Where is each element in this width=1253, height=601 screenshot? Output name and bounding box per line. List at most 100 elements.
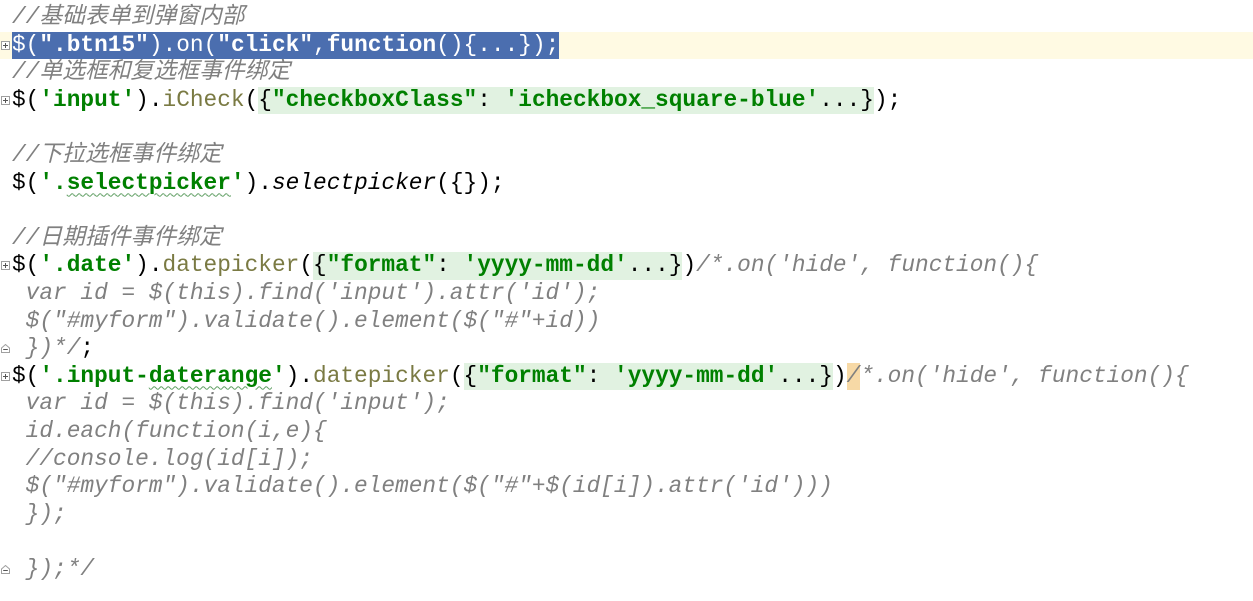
object-key: "format" [477, 362, 587, 389]
code-text: ) [682, 252, 697, 279]
string-literal: selectpicker [66, 169, 231, 196]
code-text: ( [244, 86, 259, 113]
string-literal: '. [39, 169, 67, 196]
string-literal: 'input' [39, 86, 136, 113]
string-literal: '.date' [39, 252, 136, 279]
code-line[interactable]: $("#myform").validate().element($("#"+$(… [0, 473, 1253, 501]
code-line[interactable]: $(".btn15").on("click",function(){...}); [0, 31, 1253, 60]
code-line[interactable]: var id = $(this).find('input'); [0, 390, 1253, 418]
code-text: { [463, 362, 478, 389]
code-line[interactable] [0, 197, 1253, 225]
code-text: ...} [819, 86, 874, 113]
string-literal: daterange [148, 362, 272, 389]
code-text: : [436, 252, 464, 279]
code-line[interactable]: $('input').iCheck({"checkboxClass": 'ich… [0, 86, 1253, 115]
code-comment: //console.log(id[i]); [12, 445, 313, 472]
code-line[interactable]: $('.input-daterange').datepicker({"forma… [0, 362, 1253, 391]
method-name: on [176, 31, 204, 60]
string-literal: 'yyyy-mm-dd' [614, 362, 779, 389]
code-line[interactable]: $('.selectpicker').selectpicker({}); [0, 170, 1253, 198]
code-line[interactable]: $("#myform").validate().element($("#"+id… [0, 308, 1253, 336]
code-line[interactable]: id.each(function(i,e){ [0, 418, 1253, 446]
code-comment: //基础表单到弹窗内部 [12, 4, 245, 30]
code-text: , [313, 31, 327, 60]
code-comment: /*.on('hide', function(){ [696, 252, 1039, 279]
code-comment: });*/ [12, 555, 95, 582]
fold-expand-icon[interactable] [1, 95, 10, 105]
code-line[interactable] [0, 114, 1253, 142]
code-text: ). [244, 169, 272, 196]
code-line[interactable]: //基础表单到弹窗内部 [0, 4, 1253, 32]
object-key: "checkboxClass" [271, 86, 478, 113]
object-key: "format" [326, 252, 437, 279]
code-text: ( [299, 252, 314, 279]
code-line[interactable] [0, 528, 1253, 556]
code-text: ). [135, 252, 163, 279]
folded-code-region[interactable]: {"checkboxClass": 'icheckbox_square-blue… [258, 86, 874, 115]
code-comment: //日期插件事件绑定 [12, 224, 222, 251]
code-text: $( [12, 31, 40, 60]
code-line[interactable]: })*/; [0, 335, 1253, 363]
code-text: ( [449, 362, 464, 389]
string-literal: ".btn15" [39, 31, 149, 60]
code-comment: //下拉选框事件绑定 [12, 141, 222, 168]
code-comment: //单选框和复选框事件绑定 [12, 59, 291, 86]
code-line[interactable]: //单选框和复选框事件绑定 [0, 59, 1253, 87]
fold-end-icon[interactable] [1, 344, 10, 354]
code-editor: //基础表单到弹窗内部 $(".btn15").on("click",functi… [0, 0, 1253, 601]
code-comment: id.each(function(i,e){ [12, 417, 327, 444]
code-text: {...} [463, 31, 532, 60]
code-text: ); [873, 86, 902, 113]
folded-code-region[interactable]: {"format": 'yyyy-mm-dd'...} [313, 252, 683, 280]
code-text: { [313, 252, 327, 279]
code-comment: var id = $(this).find('input'); [12, 390, 450, 417]
code-text: { [258, 86, 272, 113]
fold-end-icon[interactable] [1, 564, 10, 574]
string-literal: 'icheckbox_square-blue' [504, 86, 820, 113]
keyword: function [326, 31, 437, 60]
code-text: ). [285, 362, 314, 389]
code-line[interactable]: $('.date').datepicker({"format": 'yyyy-m… [0, 252, 1253, 280]
code-text: ...} [627, 252, 683, 279]
code-text: ...} [778, 362, 833, 389]
code-text: ); [531, 31, 560, 60]
code-text: ({}); [436, 169, 505, 196]
fold-expand-icon[interactable] [1, 261, 10, 271]
code-text: () [436, 31, 464, 60]
code-text: : [586, 362, 615, 389]
code-comment: var id = $(this).find('input').attr('id'… [12, 279, 601, 306]
folded-code-region[interactable]: {...} [463, 31, 532, 60]
method-name: datepicker [162, 252, 300, 279]
string-literal: '.input- [39, 362, 149, 389]
code-text: ) [832, 362, 847, 389]
code-text: ). [135, 86, 163, 113]
function-name: selectpicker [271, 169, 437, 196]
code-comment: / [846, 362, 861, 391]
method-name: iCheck [162, 86, 245, 113]
string-literal: ' [230, 169, 245, 196]
code-line[interactable]: var id = $(this).find('input').attr('id'… [0, 280, 1253, 308]
code-text: $( [12, 169, 40, 196]
code-text: ( [203, 31, 218, 60]
code-text: $( [12, 86, 40, 113]
string-literal: 'yyyy-mm-dd' [463, 252, 628, 279]
code-line[interactable]: //下拉选框事件绑定 [0, 142, 1253, 170]
fold-expand-icon[interactable] [1, 40, 10, 50]
string-literal: "click" [217, 31, 314, 60]
code-text: ; [80, 335, 95, 362]
method-name: datepicker [313, 362, 450, 389]
code-line[interactable]: //console.log(id[i]); [0, 446, 1253, 474]
code-comment: })*/ [12, 335, 81, 362]
fold-expand-icon[interactable] [1, 371, 10, 381]
code-comment: $("#myform").validate().element($("#"+id… [12, 307, 601, 334]
code-text: $( [12, 362, 40, 389]
code-line[interactable]: });*/ [0, 556, 1253, 584]
folded-code-region[interactable]: {"format": 'yyyy-mm-dd'...} [463, 362, 833, 391]
code-line[interactable]: //日期插件事件绑定 [0, 225, 1253, 253]
code-comment: $("#myform").validate().element($("#"+$(… [12, 473, 833, 500]
code-comment: *.on('hide', function(){ [860, 362, 1189, 389]
code-line[interactable]: }); [0, 501, 1253, 529]
code-text: : [477, 86, 505, 113]
code-comment: }); [12, 500, 67, 527]
string-literal: ' [271, 362, 286, 389]
